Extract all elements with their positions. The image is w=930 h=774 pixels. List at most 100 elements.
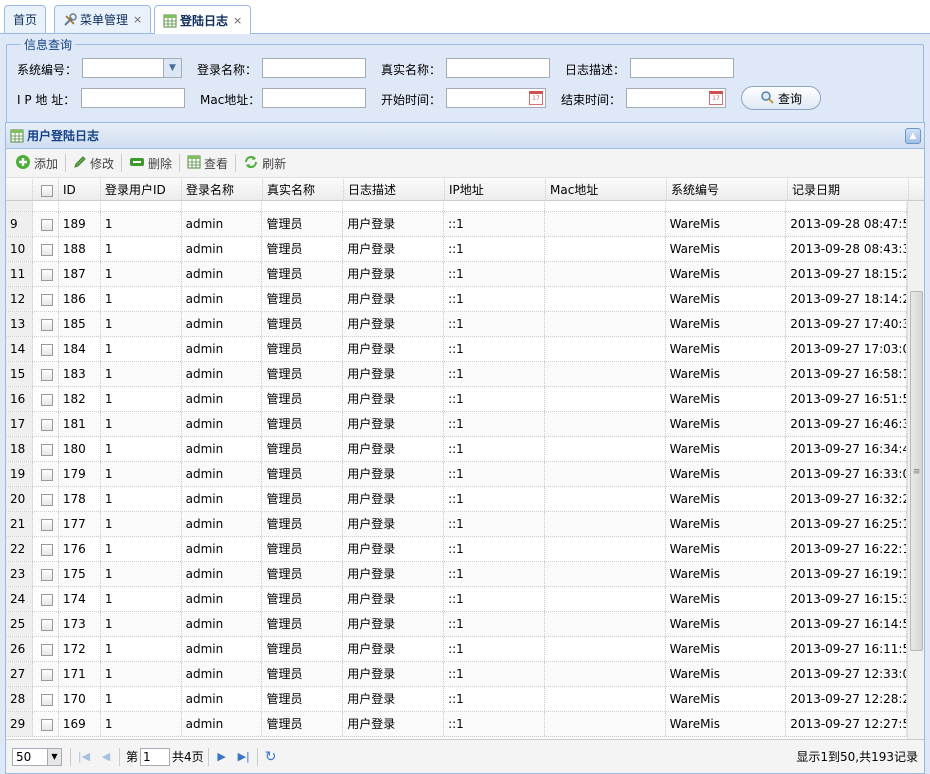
table-row[interactable]: 29 169 1 admin 管理员 用户登录::1 WareMis 2013-09-27 1… xyxy=(6,712,907,737)
col-date[interactable]: 记录日期 xyxy=(788,179,909,200)
row-checkbox[interactable] xyxy=(33,312,59,336)
row-checkbox[interactable] xyxy=(33,462,59,486)
cell-date: 2013-09-27 16:15:34 xyxy=(786,587,907,611)
table-row[interactable]: 15 183 1 admin 管理员 用户登录::1 WareMis 2013-09-27 1… xyxy=(6,362,907,387)
row-checkbox[interactable] xyxy=(33,587,59,611)
row-checkbox[interactable] xyxy=(33,562,59,586)
chevron-down-icon[interactable]: ▼ xyxy=(47,748,61,765)
row-checkbox[interactable] xyxy=(33,612,59,636)
close-icon[interactable]: × xyxy=(233,14,242,27)
last-page-icon[interactable]: ▶| xyxy=(233,750,255,763)
page-input[interactable]: 1 xyxy=(140,747,171,766)
chevron-down-icon[interactable]: ▼ xyxy=(163,59,181,77)
row-checkbox[interactable] xyxy=(33,487,59,511)
ip-input[interactable] xyxy=(81,88,185,108)
cell-date: 2013-09-28 08:43:36 xyxy=(786,237,907,261)
cell-log-desc: 用户登录 xyxy=(343,462,445,486)
end-time-input[interactable]: 17 xyxy=(626,88,726,108)
table-row[interactable]: 24 174 1 admin 管理员 用户登录::1 WareMis 2013-09-27 1… xyxy=(6,587,907,612)
cell-ip: ::1 xyxy=(444,412,545,436)
row-checkbox[interactable] xyxy=(33,537,59,561)
edit-button[interactable]: 修改 xyxy=(68,152,119,174)
row-checkbox[interactable] xyxy=(33,287,59,311)
view-button[interactable]: 查看 xyxy=(182,152,233,174)
table-row[interactable]: 9 189 1 admin 管理员 用户登录::1 WareMis 2013-09-28 08… xyxy=(6,212,907,237)
tab-login-log[interactable]: 登陆日志 × xyxy=(154,5,252,35)
table-row[interactable]: 11 187 1 admin 管理员 用户登录::1 WareMis 2013-09-27 1… xyxy=(6,262,907,287)
table-row[interactable]: 10 188 1 admin 管理员 用户登录::1 WareMis 2013-09-28 0… xyxy=(6,237,907,262)
calendar-icon[interactable]: 17 xyxy=(709,91,723,105)
start-time-input[interactable]: 17 xyxy=(446,88,546,108)
row-checkbox[interactable] xyxy=(33,362,59,386)
real-name-input[interactable] xyxy=(446,58,550,78)
refresh-button[interactable]: 刷新 xyxy=(238,152,291,174)
col-real-name[interactable]: 真实名称 xyxy=(263,179,344,200)
cell-id: 184 xyxy=(59,337,101,361)
collapse-icon[interactable]: ▲ xyxy=(905,128,921,144)
next-page-icon[interactable]: ▶ xyxy=(211,750,233,763)
table-row-partial xyxy=(6,201,907,212)
row-checkbox[interactable] xyxy=(33,712,59,736)
cell-mac xyxy=(545,612,666,636)
table-row[interactable]: 12 186 1 admin 管理员 用户登录::1 WareMis 2013-09-27 1… xyxy=(6,287,907,312)
row-checkbox[interactable] xyxy=(33,512,59,536)
query-button[interactable]: 查询 xyxy=(741,86,821,110)
page-size-select[interactable]: 50 ▼ xyxy=(12,747,62,766)
cell xyxy=(59,201,101,211)
row-checkbox[interactable] xyxy=(33,412,59,436)
sys-no-combo[interactable]: ▼ xyxy=(82,58,182,78)
table-row[interactable]: 21 177 1 admin 管理员 用户登录::1 WareMis 2013-09-27 1… xyxy=(6,512,907,537)
row-number: 26 xyxy=(6,637,33,661)
table-row[interactable]: 28 170 1 admin 管理员 用户登录::1 WareMis 2013-09-27 1… xyxy=(6,687,907,712)
cell-user-id: 1 xyxy=(101,312,182,336)
table-row[interactable]: 14 184 1 admin 管理员 用户登录::1 WareMis 2013-09-27 1… xyxy=(6,337,907,362)
row-checkbox[interactable] xyxy=(33,662,59,686)
table-row[interactable]: 25 173 1 admin 管理员 用户登录::1 WareMis 2013-09-27 1… xyxy=(6,612,907,637)
row-checkbox[interactable] xyxy=(33,212,59,236)
add-button[interactable]: 添加 xyxy=(10,152,63,174)
cell-login-name: admin xyxy=(182,287,263,311)
table-row[interactable]: 27 171 1 admin 管理员 用户登录::1 WareMis 2013-09-27 1… xyxy=(6,662,907,687)
row-checkbox[interactable] xyxy=(33,237,59,261)
prev-page-icon[interactable]: ◀ xyxy=(95,750,117,763)
table-row[interactable]: 16 182 1 admin 管理员 用户登录::1 WareMis 2013-09-27 1… xyxy=(6,387,907,412)
first-page-icon[interactable]: |◀ xyxy=(73,750,95,763)
table-row[interactable]: 26 172 1 admin 管理员 用户登录::1 WareMis 2013-09-27 1… xyxy=(6,637,907,662)
col-id[interactable]: ID xyxy=(59,179,101,200)
row-checkbox[interactable] xyxy=(33,637,59,661)
cell-date: 2013-09-27 16:51:56 xyxy=(786,387,907,411)
login-name-input[interactable] xyxy=(262,58,366,78)
col-login-name[interactable]: 登录名称 xyxy=(182,179,263,200)
select-all-checkbox[interactable] xyxy=(33,179,59,200)
table-row[interactable]: 18 180 1 admin 管理员 用户登录::1 WareMis 2013-09-27 1… xyxy=(6,437,907,462)
col-user-id[interactable]: 登录用户ID xyxy=(101,179,182,200)
mac-input[interactable] xyxy=(262,88,366,108)
col-ip[interactable]: IP地址 xyxy=(445,179,546,200)
scroll-thumb[interactable]: ≡ xyxy=(910,291,923,651)
col-sys-no[interactable]: 系统编号 xyxy=(667,179,788,200)
row-checkbox[interactable] xyxy=(33,687,59,711)
row-checkbox[interactable] xyxy=(33,262,59,286)
table-row[interactable]: 22 176 1 admin 管理员 用户登录::1 WareMis 2013-09-27 1… xyxy=(6,537,907,562)
row-checkbox[interactable] xyxy=(33,337,59,361)
cell xyxy=(545,201,666,211)
row-checkbox[interactable] xyxy=(33,437,59,461)
tab-home[interactable]: 首页 xyxy=(4,5,47,33)
col-mac[interactable]: Mac地址 xyxy=(546,179,667,200)
col-log-desc[interactable]: 日志描述 xyxy=(344,179,445,200)
table-row[interactable]: 20 178 1 admin 管理员 用户登录::1 WareMis 2013-09-27 1… xyxy=(6,487,907,512)
table-row[interactable]: 19 179 1 admin 管理员 用户登录::1 WareMis 2013-09-27 1… xyxy=(6,462,907,487)
table-row[interactable]: 13 185 1 admin 管理员 用户登录::1 WareMis 2013-09-27 1… xyxy=(6,312,907,337)
close-icon[interactable]: × xyxy=(133,13,142,26)
calendar-icon[interactable]: 17 xyxy=(529,91,543,105)
row-checkbox[interactable] xyxy=(33,387,59,411)
vertical-scrollbar[interactable]: ≡ xyxy=(907,201,924,739)
cell-sys-no: WareMis xyxy=(666,412,787,436)
tab-menu-management[interactable]: 菜单管理 × xyxy=(54,5,152,33)
table-row[interactable]: 23 175 1 admin 管理员 用户登录::1 WareMis 2013-09-27 1… xyxy=(6,562,907,587)
table-row[interactable]: 17 181 1 admin 管理员 用户登录::1 WareMis 2013-09-27 1… xyxy=(6,412,907,437)
cell-id: 189 xyxy=(59,212,101,236)
desc-input[interactable] xyxy=(630,58,734,78)
reload-icon[interactable]: ↻ xyxy=(260,749,282,765)
delete-button[interactable]: 删除 xyxy=(124,152,177,174)
